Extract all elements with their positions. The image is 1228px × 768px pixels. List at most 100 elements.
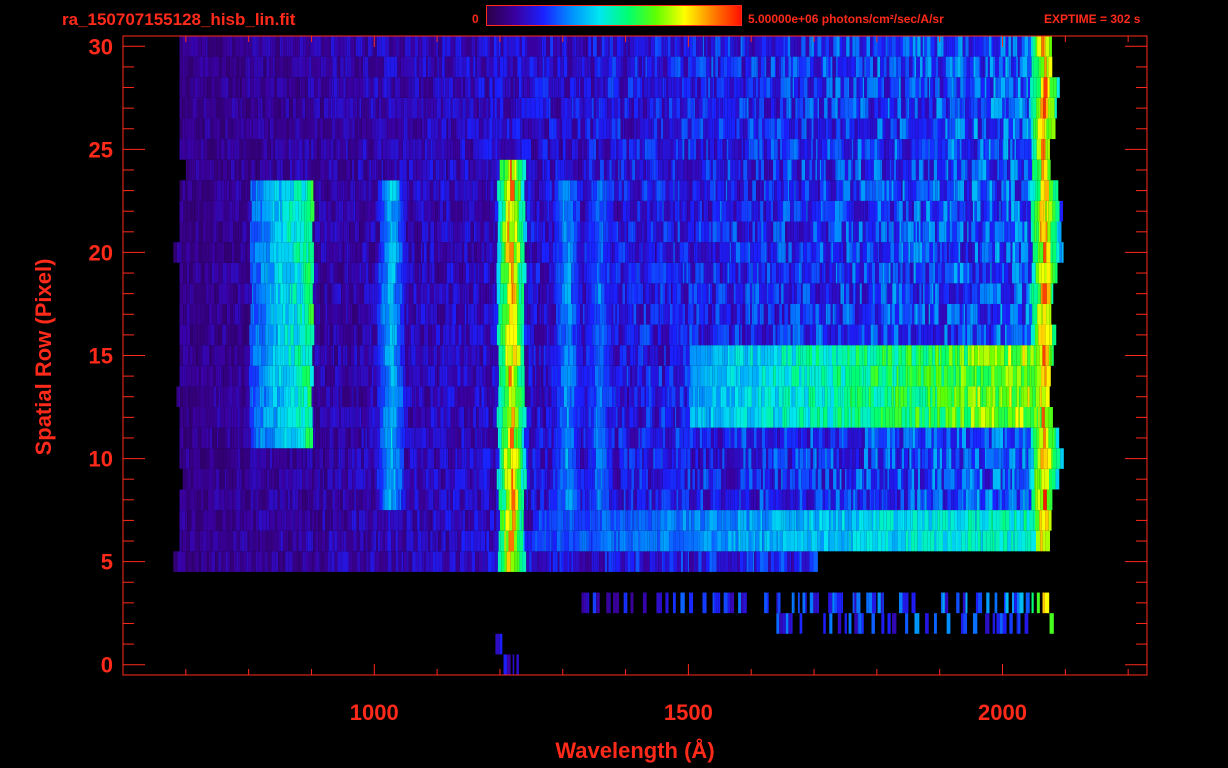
heatmap-cell [259,530,263,552]
heatmap-cell [242,324,246,346]
heatmap-cell [859,386,863,408]
heatmap-cell [980,365,984,387]
heatmap-cell [702,427,705,449]
heatmap-cell [286,365,290,387]
heatmap-cell [386,468,390,490]
heatmap-cell [607,324,612,346]
heatmap-cell [624,324,627,346]
heatmap-cell [612,407,617,428]
heatmap-cell [701,324,704,346]
heatmap-cell [802,262,805,284]
heatmap-cell [403,365,406,387]
heatmap-cell [423,283,428,304]
heatmap-cell [399,365,402,387]
heatmap-cell [504,510,506,531]
heatmap-cell [915,262,920,284]
heatmap-cell [255,489,257,511]
heatmap-cell [444,427,447,449]
heatmap-cell [317,551,320,572]
heatmap-cell [583,448,588,469]
heatmap-cell [1041,303,1043,325]
heatmap-cell [956,324,958,346]
heatmap-cell [425,468,429,490]
heatmap-cell [392,427,397,449]
heatmap-cell [222,262,227,284]
heatmap-cell [884,468,888,490]
heatmap-cell [306,242,309,263]
heatmap-cell [1035,510,1040,531]
heatmap-cell [977,530,981,552]
heatmap-cell [238,262,243,284]
heatmap-cell [431,324,434,346]
heatmap-cell [504,530,506,552]
heatmap-cell [226,468,229,490]
heatmap-cell [975,386,978,408]
heatmap-cell [423,242,427,263]
heatmap-cell [590,468,593,490]
heatmap-cell [557,489,561,511]
heatmap-cell [733,283,736,304]
heatmap-cell [671,448,674,469]
heatmap-cell [777,592,781,614]
heatmap-cell [739,345,744,366]
heatmap-cell [738,365,741,387]
heatmap-cell [797,489,800,511]
heatmap-cell [399,283,403,304]
heatmap-cell [715,427,718,449]
heatmap-cell [786,407,790,428]
heatmap-cell [1049,303,1052,325]
heatmap-cell [179,262,184,284]
heatmap-cell [692,283,694,304]
heatmap-cell [808,262,812,284]
heatmap-cell [688,242,690,263]
heatmap-cell [841,262,845,284]
heatmap-cell [965,324,968,346]
heatmap-cell [748,448,752,469]
heatmap-cell [960,386,965,408]
heatmap-cell [208,303,213,325]
heatmap-cell [878,365,883,387]
heatmap-cell [483,551,485,572]
heatmap-cell [856,613,859,634]
heatmap-cell [928,510,933,531]
heatmap-cell [512,448,517,469]
heatmap-cell [891,386,894,408]
heatmap-cell [729,345,734,366]
heatmap-cell [809,365,812,387]
heatmap-cell [400,303,405,325]
heatmap-cell [636,510,638,531]
heatmap-cell [213,407,217,428]
heatmap-cell [545,489,549,511]
heatmap-cell [685,386,688,408]
heatmap-cell [389,324,393,346]
heatmap-cell [559,448,561,469]
heatmap-cell [930,407,935,428]
heatmap-cell [671,510,675,531]
heatmap-cell [915,345,919,366]
heatmap-cell [1033,448,1038,469]
heatmap-cell [363,530,366,552]
heatmap-cell [460,365,464,387]
heatmap-cell [693,489,697,511]
heatmap-cell [990,448,994,469]
heatmap-cell [789,283,792,304]
heatmap-cell [510,427,514,449]
heatmap-cell [765,427,769,449]
heatmap-cell [254,468,257,490]
heatmap-cell [961,489,964,511]
heatmap-cell [407,551,409,572]
heatmap-cell [836,448,840,469]
heatmap-cell [606,407,609,428]
heatmap-cell [456,407,460,428]
heatmap-cell [954,324,957,346]
heatmap-cell [517,262,520,284]
heatmap-cell [790,468,793,490]
heatmap-cell [816,242,820,263]
heatmap-cell [458,427,462,449]
heatmap-cell [776,242,779,263]
heatmap-cell [679,242,684,263]
heatmap-cell [391,386,394,408]
heatmap-cell [964,407,968,428]
heatmap-cell [470,510,473,531]
heatmap-cell [662,448,667,469]
